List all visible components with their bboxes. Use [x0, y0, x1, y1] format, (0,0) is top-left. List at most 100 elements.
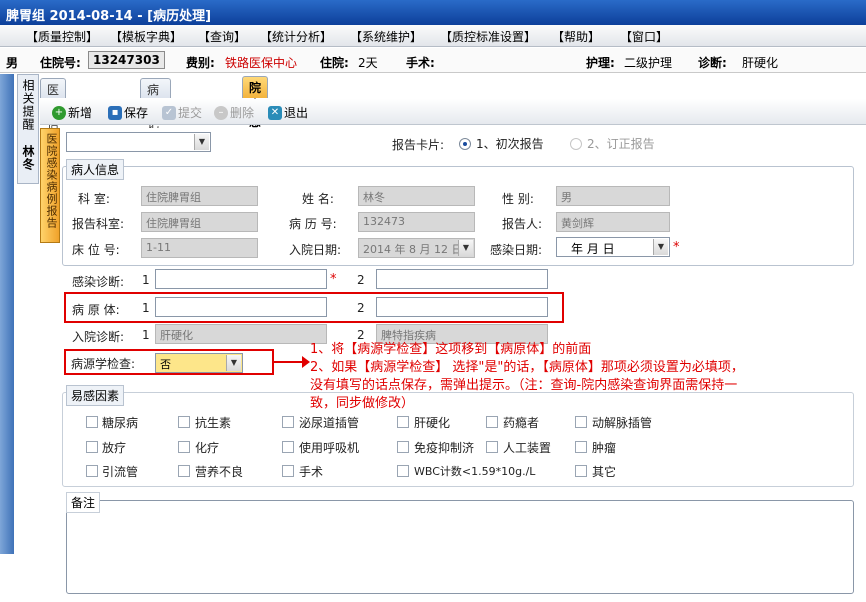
- menu-qc-standard[interactable]: 【质控标准设置】: [440, 28, 536, 45]
- menu-help[interactable]: 【帮助】: [552, 28, 600, 45]
- admit-diag-index-2: 2: [357, 328, 365, 342]
- risk-label: 肿瘤: [592, 441, 617, 455]
- pathogen-2-input[interactable]: [376, 297, 548, 317]
- chevron-down-icon[interactable]: ▼: [653, 239, 668, 255]
- risk-factors-title: 易感因素: [66, 385, 125, 406]
- risk-label: 糖尿病: [102, 416, 139, 430]
- menu-system[interactable]: 【系统维护】: [350, 28, 422, 45]
- risk-label: 抗生素: [195, 416, 232, 430]
- infect-date-field[interactable]: 年 月 日 ▼: [556, 237, 670, 257]
- toolbar: + 新增 ▪ 保存 ✓ 提交 – 删除 ✕ 退出: [40, 99, 866, 125]
- sex-field[interactable]: 男: [556, 186, 670, 206]
- menu-query[interactable]: 【查询】: [198, 28, 246, 45]
- admit-date-field[interactable]: 2014 年 8 月 12 日 ▼: [358, 238, 475, 258]
- risk-checkbox[interactable]: [86, 416, 98, 428]
- menu-stats[interactable]: 【统计分析】: [260, 28, 332, 45]
- report-card-label: 报告卡片:: [392, 138, 445, 152]
- tab-infection-report[interactable]: 院内感染病例报告: [242, 76, 269, 214]
- pathogen-index-1: 1: [142, 301, 150, 315]
- risk-checkbox[interactable]: [178, 416, 190, 428]
- name-field[interactable]: 林冬: [358, 186, 475, 206]
- risk-checkbox[interactable]: [282, 416, 294, 428]
- risk-label: 手术: [299, 465, 324, 479]
- stay-label: 住院:: [320, 56, 349, 70]
- annotation-note-1: 1、将【病源学检查】这项移到【病原体】的前面: [310, 342, 592, 357]
- report-dept-field[interactable]: 住院脾胃组: [141, 212, 258, 232]
- menu-template[interactable]: 【模板字典】: [110, 28, 182, 45]
- risk-label: WBC计数<1.59*10g./L: [414, 465, 536, 478]
- risk-checkbox[interactable]: [397, 416, 409, 428]
- risk-checkbox[interactable]: [86, 441, 98, 453]
- name-label: 姓 名:: [302, 192, 334, 206]
- risk-checkbox[interactable]: [575, 416, 587, 428]
- risk-label: 化疗: [195, 441, 220, 455]
- add-label: 新增: [68, 106, 93, 120]
- add-button[interactable]: + 新增: [52, 104, 92, 121]
- record-no-label: 病 历 号:: [289, 217, 337, 231]
- pathogen-1-input[interactable]: [155, 297, 327, 317]
- category-value: 铁路医保中心: [225, 56, 298, 70]
- etiology-select[interactable]: 否 ▼: [155, 353, 243, 373]
- infect-diag-2-input[interactable]: [376, 269, 548, 289]
- risk-checkbox[interactable]: [397, 465, 409, 477]
- risk-checkbox[interactable]: [86, 465, 98, 477]
- reporter-label: 报告人:: [502, 217, 543, 231]
- risk-checkbox[interactable]: [575, 441, 587, 453]
- diagnosis-value: 肝硬化: [742, 56, 779, 70]
- tab-patient-name[interactable]: 林冬: [20, 145, 37, 171]
- infect-date-label: 感染日期:: [490, 243, 543, 257]
- bed-field[interactable]: 1-11: [141, 238, 258, 258]
- tab-medical-overview[interactable]: 医疗信息一览表: [40, 78, 67, 199]
- admit-diag-label: 入院诊断:: [72, 330, 125, 344]
- save-icon: ▪: [108, 105, 122, 120]
- menu-window[interactable]: 【窗口】: [620, 28, 668, 45]
- risk-checkbox[interactable]: [178, 465, 190, 477]
- risk-checkbox[interactable]: [282, 441, 294, 453]
- report-selector[interactable]: ▼: [66, 132, 211, 152]
- add-icon: +: [52, 105, 66, 120]
- risk-checkbox[interactable]: [397, 441, 409, 453]
- admit-diag-1-field[interactable]: 肝硬化: [155, 324, 327, 344]
- risk-checkbox[interactable]: [486, 441, 498, 453]
- delete-button[interactable]: – 删除: [214, 104, 254, 121]
- vertical-tab-panel: 相关提醒 林冬: [17, 74, 39, 184]
- risk-label: 人工装置: [503, 441, 552, 455]
- exit-button[interactable]: ✕ 退出: [268, 104, 308, 121]
- infect-diag-label: 感染诊断:: [72, 275, 125, 289]
- diagnosis-label: 诊断:: [698, 56, 727, 70]
- tab-reminders[interactable]: 相关提醒: [20, 79, 37, 131]
- left-collapse-strip[interactable]: [0, 74, 14, 554]
- infect-diag-1-input[interactable]: [155, 269, 327, 289]
- report-side-tab-label: 医院感染病例报告: [45, 133, 58, 229]
- radio-corrected-report[interactable]: [570, 138, 582, 150]
- chevron-down-icon[interactable]: ▼: [226, 355, 241, 371]
- menu-bar: 【质量控制】 【模板字典】 【查询】 【统计分析】 【系统维护】 【质控标准设置…: [0, 25, 866, 47]
- radio-initial-report[interactable]: [459, 138, 471, 150]
- chevron-down-icon[interactable]: ▼: [458, 240, 473, 256]
- report-side-tab[interactable]: 医院感染病例报告: [40, 128, 60, 243]
- risk-checkbox[interactable]: [486, 416, 498, 428]
- remarks-textarea[interactable]: [66, 500, 854, 594]
- infection-report-form: ▼ 报告卡片: 1、初次报告 2、订正报告 病人信息 科 室: 住院脾胃组 姓 …: [62, 128, 858, 596]
- risk-checkbox[interactable]: [282, 465, 294, 477]
- save-label: 保存: [124, 106, 149, 120]
- exit-icon: ✕: [268, 105, 282, 120]
- reporter-field[interactable]: 黄剑辉: [556, 212, 670, 232]
- risk-label: 引流管: [102, 465, 139, 479]
- patient-gender: 男: [6, 56, 19, 70]
- risk-checkbox[interactable]: [575, 465, 587, 477]
- record-no-field[interactable]: 132473: [358, 212, 475, 232]
- delete-icon: –: [214, 105, 228, 120]
- submit-button[interactable]: ✓ 提交: [162, 104, 202, 121]
- admission-no-label: 住院号:: [40, 56, 81, 70]
- chevron-down-icon[interactable]: ▼: [194, 134, 209, 150]
- dept-field[interactable]: 住院脾胃组: [141, 186, 258, 206]
- etiology-label: 病源学检查:: [71, 357, 136, 371]
- stay-value: 2天: [358, 56, 378, 70]
- save-button[interactable]: ▪ 保存: [108, 104, 148, 121]
- menu-quality[interactable]: 【质量控制】: [26, 28, 98, 45]
- tab-progress-notes[interactable]: 病程记录 (只读): [140, 78, 171, 182]
- surgery-label: 手术:: [406, 56, 435, 70]
- risk-label: 泌尿道插管: [299, 416, 360, 430]
- risk-checkbox[interactable]: [178, 441, 190, 453]
